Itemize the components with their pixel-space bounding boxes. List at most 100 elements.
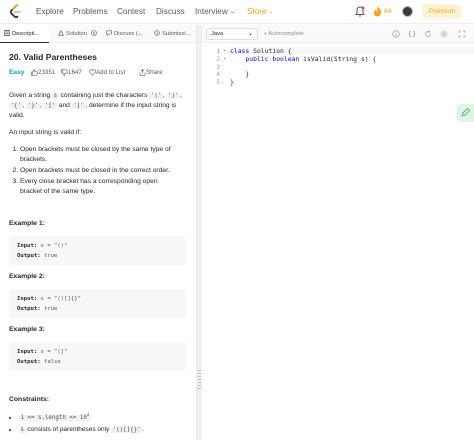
- inline-code: '}': [26, 103, 40, 109]
- like-button[interactable]: 23351: [31, 69, 55, 77]
- tab-submissions-label: Submissi...: [162, 31, 191, 37]
- nav-problems[interactable]: Problems: [73, 7, 108, 16]
- nav-contest[interactable]: Contest: [117, 7, 145, 16]
- tab-solution[interactable]: Solution: [54, 25, 99, 43]
- avatar[interactable]: [402, 6, 413, 17]
- nav-store[interactable]: Store ⌄: [247, 7, 274, 16]
- code-braces-icon[interactable]: [408, 30, 416, 38]
- inline-code: '{': [9, 103, 23, 109]
- example-box: Input: s = "()[]{}" Output: true: [9, 289, 186, 318]
- settings-icon[interactable]: [440, 30, 448, 38]
- inline-code: ']': [71, 103, 86, 109]
- add-to-list-label: Add to List: [96, 69, 126, 76]
- constraint-expr: 1 <= s.length <= 10: [20, 414, 87, 421]
- constraint-item: s consists of parentheses only '()[]{}'.: [19, 424, 179, 436]
- info-icon[interactable]: [392, 30, 400, 38]
- code-text: isValid(String s) {: [299, 54, 377, 63]
- line-number-text: 1: [216, 48, 220, 55]
- language-select[interactable]: Java ⌄: [206, 28, 258, 40]
- share-button[interactable]: Share: [139, 69, 163, 77]
- tab-discuss-label: Discuss (...: [114, 31, 143, 37]
- output-label: Output:: [17, 359, 41, 365]
- thumbs-down-icon: [61, 69, 68, 76]
- likes-count: 23351: [38, 69, 56, 76]
- output-value: true: [40, 253, 58, 259]
- example-box: Input: s = "(]" Output: false: [9, 342, 186, 371]
- line-number: 1 ▾: [202, 48, 227, 56]
- constraint-text: consists of parentheses only: [25, 425, 112, 433]
- constraints-list: 1 <= s.length <= 104 s consists of paren…: [9, 409, 179, 436]
- rule-item: Open brackets must be closed by the same…: [20, 145, 179, 165]
- edit-icon: [461, 107, 471, 117]
- notification-bell-icon[interactable]: [355, 6, 365, 17]
- code-line[interactable]: }: [230, 78, 470, 87]
- inline-code: '()[]{}': [111, 426, 143, 433]
- streak-fire-icon[interactable]: [373, 6, 382, 17]
- code-keyword: class: [230, 47, 250, 55]
- line-number: 5: [202, 79, 227, 87]
- fold-arrow-icon[interactable]: ▾: [223, 56, 226, 64]
- dislike-button[interactable]: 1647: [61, 69, 82, 77]
- side-feedback-button[interactable]: [457, 104, 474, 122]
- dislikes-count: 1647: [68, 69, 82, 76]
- code-keyword: public: [245, 54, 269, 63]
- code-line[interactable]: public boolean isValid(String s) {: [230, 54, 470, 64]
- share-icon: [139, 69, 146, 76]
- editor-toolbar: Java ⌄ ● Autocomplete: [202, 25, 474, 43]
- chat-icon: [106, 30, 112, 36]
- difficulty-badge: Easy: [9, 69, 25, 76]
- valid-intro: An input string is valid if:: [9, 129, 82, 136]
- example-heading: Example 2:: [9, 273, 45, 280]
- chevron-down-icon: ⌄: [268, 9, 274, 15]
- example-box: Input: s = "()" Output: true: [9, 236, 186, 265]
- fold-arrow-icon[interactable]: ▾: [223, 48, 226, 56]
- add-to-list-button[interactable]: Add to List: [89, 69, 125, 77]
- code-text: Solution {: [249, 47, 292, 55]
- input-value: s = "()[]{}": [37, 296, 81, 302]
- code-text: }: [230, 78, 234, 87]
- input-value: s = "()": [37, 243, 68, 249]
- nav-discuss[interactable]: Discuss: [156, 7, 185, 16]
- code-editor[interactable]: 1 ▾ 2 ▾ 3 4 5 class Solution { public bool…: [202, 44, 474, 440]
- nav-explore[interactable]: Explore: [36, 7, 64, 16]
- intro-text: ,: [180, 92, 182, 99]
- resize-grip-icon[interactable]: [198, 370, 201, 390]
- input-label: Input:: [17, 243, 38, 249]
- problem-intro: Given a string s containing just the cha…: [9, 91, 189, 121]
- nav-interview-label: Interview: [195, 7, 228, 16]
- autocomplete-toggle[interactable]: ● Autocomplete: [264, 29, 304, 39]
- leetcode-logo-icon[interactable]: [9, 4, 22, 20]
- example-heading: Example 3:: [9, 326, 45, 333]
- chevron-down-icon: ⌄: [247, 31, 253, 37]
- problem-description-panel: 20. Valid Parentheses Easy 23351 1647 Ad…: [0, 44, 196, 440]
- code-line[interactable]: [230, 64, 470, 72]
- tab-discuss[interactable]: Discuss (...: [102, 25, 143, 43]
- input-value: s = "(]": [37, 349, 68, 355]
- share-label: Share: [146, 69, 163, 76]
- line-number-gutter: 1 ▾ 2 ▾ 3 4 5: [202, 48, 227, 87]
- code-keyword: boolean: [272, 54, 300, 63]
- inline-code: ')': [166, 93, 181, 99]
- chevron-down-icon: ⌄: [229, 9, 235, 15]
- line-number-text: 5: [216, 79, 220, 87]
- code-text: }: [230, 70, 250, 79]
- premium-button[interactable]: Premium: [422, 4, 462, 19]
- fullscreen-icon[interactable]: [458, 30, 466, 38]
- line-number-text: 4: [216, 71, 220, 79]
- tab-submissions[interactable]: Submissi...: [150, 25, 190, 43]
- line-number-text: 2: [216, 55, 220, 63]
- tab-solution-label: Solution: [66, 31, 87, 37]
- output-label: Output:: [17, 306, 41, 312]
- thumbs-up-icon: [31, 69, 38, 76]
- tab-description-label: Descripti...: [12, 31, 40, 37]
- tab-description[interactable]: Descripti...: [0, 25, 49, 43]
- nav-interview[interactable]: Interview ⌄: [195, 7, 235, 16]
- language-label: Java: [211, 31, 224, 37]
- dot-icon: ●: [264, 31, 268, 37]
- example-heading: Example 1:: [9, 220, 45, 227]
- code-line[interactable]: }: [230, 70, 470, 79]
- intro-text: ,: [162, 92, 167, 99]
- constraints-heading: Constraints:: [9, 396, 50, 403]
- reset-icon[interactable]: [424, 30, 432, 38]
- intro-text: and: [56, 102, 72, 109]
